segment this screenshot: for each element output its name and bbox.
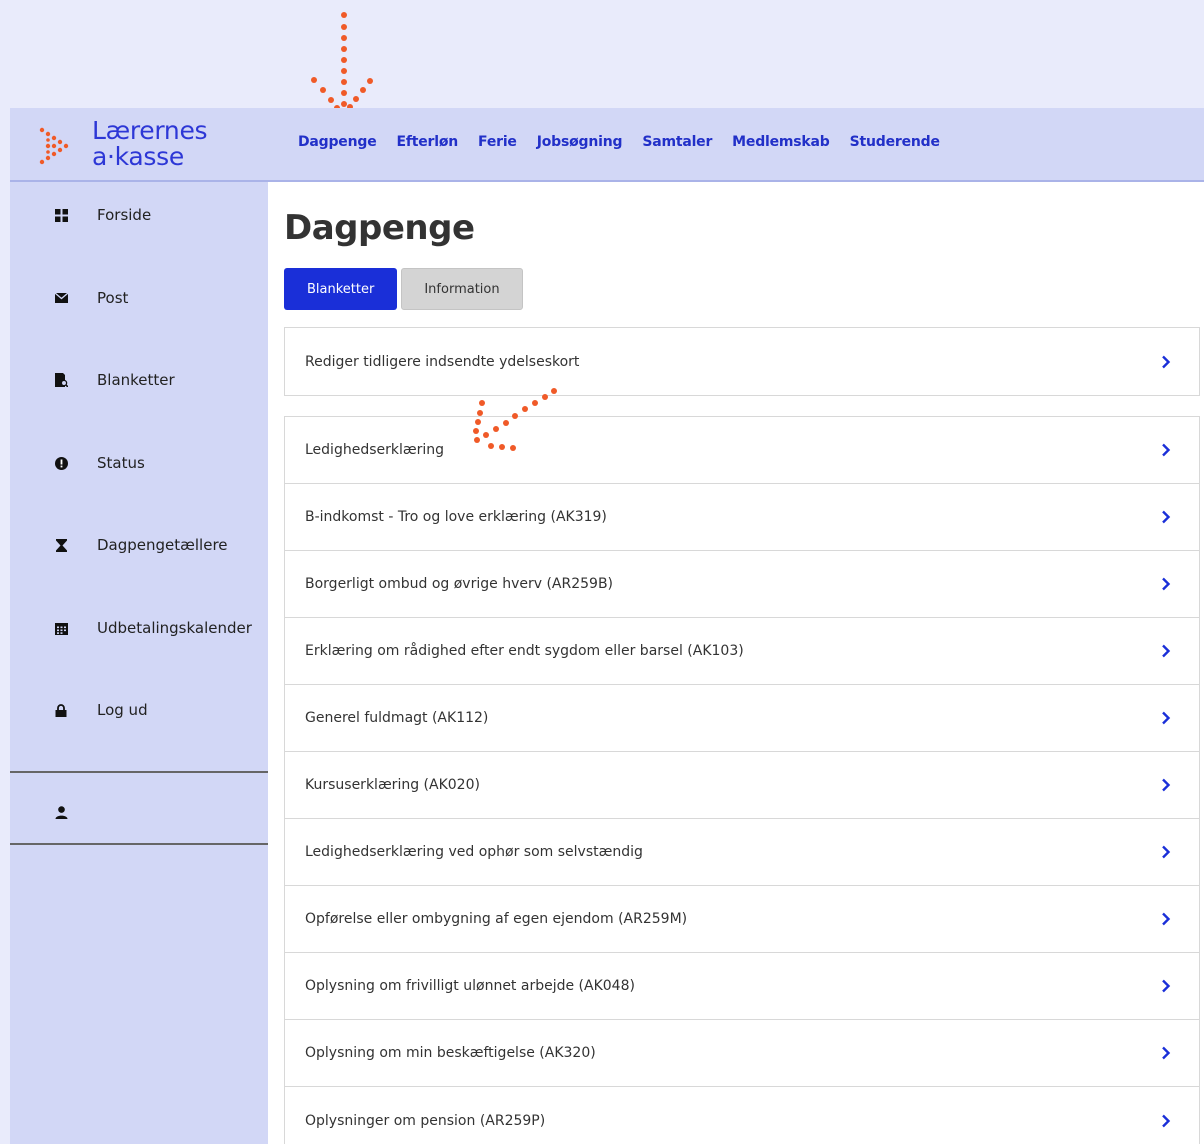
- sidebar-item-label: Blanketter: [97, 371, 175, 389]
- list-item[interactable]: Kursuserklæring (AK020): [285, 752, 1199, 819]
- list-item-label: Kursuserklæring (AK020): [305, 777, 480, 793]
- top-navigation-bar: Lærernes a·kasse Dagpenge Efterløn Ferie…: [10, 108, 1204, 182]
- chevron-right-icon: [1162, 577, 1171, 591]
- list-item[interactable]: B-indkomst - Tro og love erklæring (AK31…: [285, 484, 1199, 551]
- list-item[interactable]: Ledighedserklæring ved ophør som selvstæ…: [285, 819, 1199, 886]
- logo[interactable]: Lærernes a·kasse: [36, 118, 236, 174]
- list-item-label: Generel fuldmagt (AK112): [305, 710, 489, 726]
- sidebar-item-udbetalingskalender[interactable]: Udbetalingskalender: [10, 608, 268, 648]
- chevron-right-icon: [1162, 711, 1171, 725]
- sidebar-divider: [10, 771, 268, 773]
- grid-icon: [54, 208, 68, 222]
- chevron-right-icon: [1162, 979, 1171, 993]
- sidebar-item-profile[interactable]: [10, 792, 268, 832]
- list-item[interactable]: Borgerligt ombud og øvrige hverv (AR259B…: [285, 551, 1199, 618]
- list-item-label: Oplysning om frivilligt ulønnet arbejde …: [305, 978, 635, 994]
- forms-list: Ledighedserklæring B-indkomst - Tro og lo…: [284, 416, 1200, 1144]
- tab-bar: Blanketter Information: [284, 268, 523, 310]
- sidebar-item-label: Post: [97, 289, 129, 307]
- sidebar-item-label: Dagpengetællere: [97, 536, 228, 554]
- nav-medlemskab[interactable]: Medlemskab: [732, 134, 830, 150]
- app-window: Lærernes a·kasse Dagpenge Efterløn Ferie…: [10, 108, 1204, 1144]
- list-item-label: Ledighedserklæring ved ophør som selvstæ…: [305, 844, 643, 860]
- chevron-right-icon: [1162, 845, 1171, 859]
- sidebar-item-label: Forside: [97, 206, 152, 224]
- nav-jobsogning[interactable]: Jobsøgning: [537, 134, 623, 150]
- calendar-icon: [54, 621, 68, 635]
- exclamation-icon: [54, 456, 68, 470]
- sidebar-item-label: Status: [97, 454, 145, 472]
- list-item[interactable]: Generel fuldmagt (AK112): [285, 685, 1199, 752]
- list-item[interactable]: Opførelse eller ombygning af egen ejendo…: [285, 886, 1199, 953]
- list-item[interactable]: Oplysning om min beskæftigelse (AK320): [285, 1020, 1199, 1087]
- lock-icon: [54, 703, 68, 717]
- document-search-icon: [54, 373, 68, 387]
- sidebar-item-label: Log ud: [97, 701, 148, 719]
- sidebar-item-post[interactable]: Post: [10, 278, 268, 318]
- logo-wordmark: Lærernes a·kasse: [92, 116, 208, 171]
- sidebar-item-label: Udbetalingskalender: [97, 619, 252, 637]
- envelope-icon: [54, 291, 68, 305]
- list-item-label: Ledighedserklæring: [305, 442, 445, 458]
- list-item-label: Oplysninger om pension (AR259P): [305, 1112, 546, 1129]
- list-item-label: Erklæring om rådighed efter endt sygdom …: [305, 643, 744, 659]
- sidebar-item-log-ud[interactable]: Log ud: [10, 690, 268, 730]
- sidebar: Forside Post Blanketter Status Dagpenget: [10, 182, 268, 1144]
- list-item[interactable]: Erklæring om rådighed efter endt sygdom …: [285, 618, 1199, 685]
- chevron-right-icon: [1162, 1046, 1171, 1060]
- nav-efterlon[interactable]: Efterløn: [397, 134, 459, 150]
- chevron-right-icon: [1162, 1114, 1171, 1127]
- list-item-label: B-indkomst - Tro og love erklæring (AK31…: [305, 509, 607, 525]
- chevron-right-icon: [1162, 443, 1171, 457]
- list-item[interactable]: Oplysning om frivilligt ulønnet arbejde …: [285, 953, 1199, 1020]
- sidebar-item-status[interactable]: Status: [10, 443, 268, 483]
- chevron-right-icon: [1162, 644, 1171, 658]
- chevron-right-icon: [1162, 912, 1171, 926]
- nav-ferie[interactable]: Ferie: [478, 134, 517, 150]
- list-item[interactable]: Ledighedserklæring: [285, 417, 1199, 484]
- list-item-label: Opførelse eller ombygning af egen ejendo…: [305, 911, 688, 927]
- nav-studerende[interactable]: Studerende: [850, 134, 940, 150]
- user-icon: [54, 805, 68, 819]
- list-item[interactable]: Oplysninger om pension (AR259P): [285, 1087, 1199, 1144]
- tab-information[interactable]: Information: [401, 268, 523, 310]
- list-item[interactable]: Rediger tidligere indsendte ydelseskort: [285, 328, 1199, 395]
- nav-samtaler[interactable]: Samtaler: [642, 134, 712, 150]
- sidebar-item-blanketter[interactable]: Blanketter: [10, 360, 268, 400]
- edit-submitted-cards-panel: Rediger tidligere indsendte ydelseskort: [284, 327, 1200, 396]
- sidebar-divider: [10, 843, 268, 845]
- page-title: Dagpenge: [284, 208, 475, 248]
- page-top-background: [0, 0, 1204, 108]
- hourglass-icon: [54, 538, 68, 552]
- sidebar-item-forside[interactable]: Forside: [10, 195, 268, 235]
- chevron-right-icon: [1162, 355, 1171, 368]
- sidebar-item-dagpengetaellere[interactable]: Dagpengetællere: [10, 525, 268, 565]
- list-item-label: Borgerligt ombud og øvrige hverv (AR259B…: [305, 576, 614, 592]
- logo-mark-icon: [39, 127, 69, 165]
- nav-dagpenge[interactable]: Dagpenge: [298, 134, 377, 150]
- logo-line-1: Lærernes: [92, 116, 208, 145]
- list-item-label: Rediger tidligere indsendte ydelseskort: [305, 353, 580, 370]
- tab-blanketter[interactable]: Blanketter: [284, 268, 398, 310]
- logo-line-2: a·kasse: [92, 142, 184, 171]
- chevron-right-icon: [1162, 510, 1171, 524]
- main-nav: Dagpenge Efterløn Ferie Jobsøgning Samta…: [298, 134, 940, 150]
- chevron-right-icon: [1162, 778, 1171, 792]
- list-item-label: Oplysning om min beskæftigelse (AK320): [305, 1045, 596, 1061]
